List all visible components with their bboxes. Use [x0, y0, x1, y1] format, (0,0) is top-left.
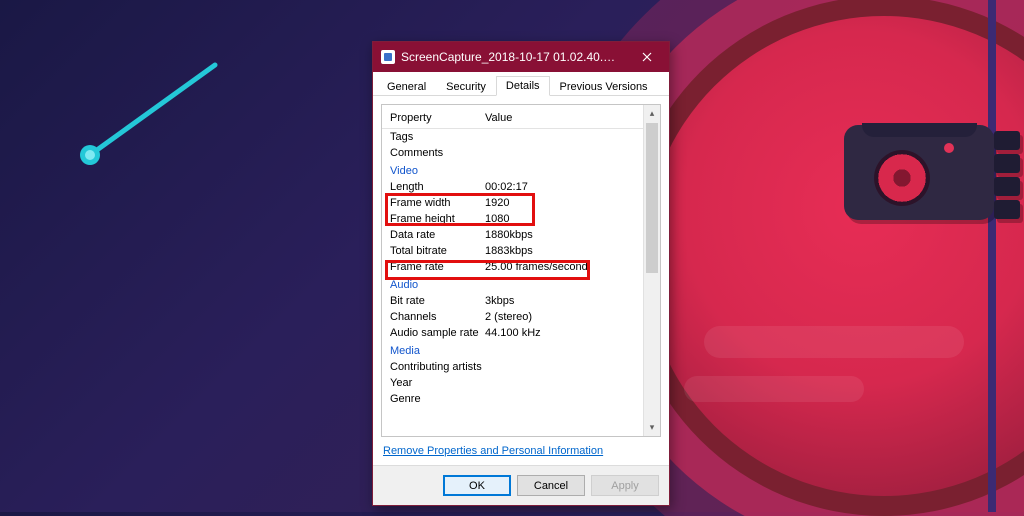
property-value: 2 (stereo)	[485, 311, 640, 323]
tab-previous-versions[interactable]: Previous Versions	[550, 77, 658, 96]
comet-icon	[60, 60, 220, 180]
wallpaper-satellite	[844, 125, 1014, 230]
titlebar[interactable]: ScreenCapture_2018-10-17 01.02.40.mp4 Pr…	[373, 42, 669, 72]
list-header: Property Value	[382, 107, 660, 129]
property-name: Video	[390, 165, 485, 177]
property-row[interactable]: Frame rate25.00 frames/second	[382, 259, 660, 275]
property-name: Data rate	[390, 229, 485, 241]
tab-general[interactable]: General	[377, 77, 436, 96]
property-row[interactable]: Frame height1080	[382, 211, 660, 227]
header-property[interactable]: Property	[390, 112, 485, 124]
property-row[interactable]: Data rate1880kbps	[382, 227, 660, 243]
scrollbar[interactable]: ▴ ▾	[643, 105, 660, 436]
property-name: Comments	[390, 147, 485, 159]
button-bar: OK Cancel Apply	[373, 465, 669, 505]
property-row[interactable]: Bit rate3kbps	[382, 293, 660, 309]
file-icon	[381, 50, 395, 64]
window-title: ScreenCapture_2018-10-17 01.02.40.mp4 Pr…	[401, 50, 625, 64]
property-row[interactable]: Audio	[382, 277, 660, 293]
property-name: Tags	[390, 131, 485, 143]
property-row[interactable]: Video	[382, 163, 660, 179]
property-name: Genre	[390, 393, 485, 405]
property-row[interactable]: Comments	[382, 145, 660, 161]
property-row[interactable]: Length00:02:17	[382, 179, 660, 195]
close-button[interactable]	[625, 42, 669, 72]
property-row[interactable]: Media	[382, 343, 660, 359]
property-name: Frame rate	[390, 261, 485, 273]
close-icon	[642, 52, 652, 62]
property-row[interactable]: Genre	[382, 391, 660, 407]
property-name: Channels	[390, 311, 485, 323]
tab-security[interactable]: Security	[436, 77, 496, 96]
property-value: 1080	[485, 213, 640, 225]
property-name: Frame height	[390, 213, 485, 225]
property-name: Contributing artists	[390, 361, 485, 373]
details-panel: Property Value Tags Comments Video Length00…	[373, 96, 669, 465]
property-value: 44.100 kHz	[485, 327, 640, 339]
property-list[interactable]: Property Value Tags Comments Video Length00…	[381, 104, 661, 437]
property-value: 1880kbps	[485, 229, 640, 241]
property-name: Audio sample rate	[390, 327, 485, 339]
property-value: 00:02:17	[485, 181, 640, 193]
tab-details[interactable]: Details	[496, 76, 550, 96]
cancel-button[interactable]: Cancel	[517, 475, 585, 496]
ok-button[interactable]: OK	[443, 475, 511, 496]
property-row[interactable]: Contributing artists	[382, 359, 660, 375]
property-name: Total bitrate	[390, 245, 485, 257]
property-name: Bit rate	[390, 295, 485, 307]
property-row[interactable]: Audio sample rate44.100 kHz	[382, 325, 660, 341]
property-value: 3kbps	[485, 295, 640, 307]
property-name: Year	[390, 377, 485, 389]
properties-dialog: ScreenCapture_2018-10-17 01.02.40.mp4 Pr…	[372, 41, 670, 506]
property-row[interactable]: Year	[382, 375, 660, 391]
apply-button[interactable]: Apply	[591, 475, 659, 496]
property-name: Length	[390, 181, 485, 193]
property-name: Media	[390, 345, 485, 357]
wallpaper-planet	[624, 0, 1024, 516]
property-value: 25.00 frames/second	[485, 261, 640, 273]
property-value: 1883kbps	[485, 245, 640, 257]
property-row[interactable]: Frame width1920	[382, 195, 660, 211]
property-name: Frame width	[390, 197, 485, 209]
remove-properties-link[interactable]: Remove Properties and Personal Informati…	[381, 437, 661, 461]
header-value[interactable]: Value	[485, 112, 640, 124]
property-value: 1920	[485, 197, 640, 209]
scrollbar-thumb[interactable]	[646, 123, 658, 273]
tab-strip: General Security Details Previous Versio…	[373, 72, 669, 96]
wallpaper-stripe	[988, 0, 996, 512]
scroll-up-icon[interactable]: ▴	[644, 105, 660, 122]
scroll-down-icon[interactable]: ▾	[644, 419, 660, 436]
property-row[interactable]: Channels2 (stereo)	[382, 309, 660, 325]
property-row[interactable]: Tags	[382, 129, 660, 145]
property-row[interactable]: Total bitrate1883kbps	[382, 243, 660, 259]
property-name: Audio	[390, 279, 485, 291]
